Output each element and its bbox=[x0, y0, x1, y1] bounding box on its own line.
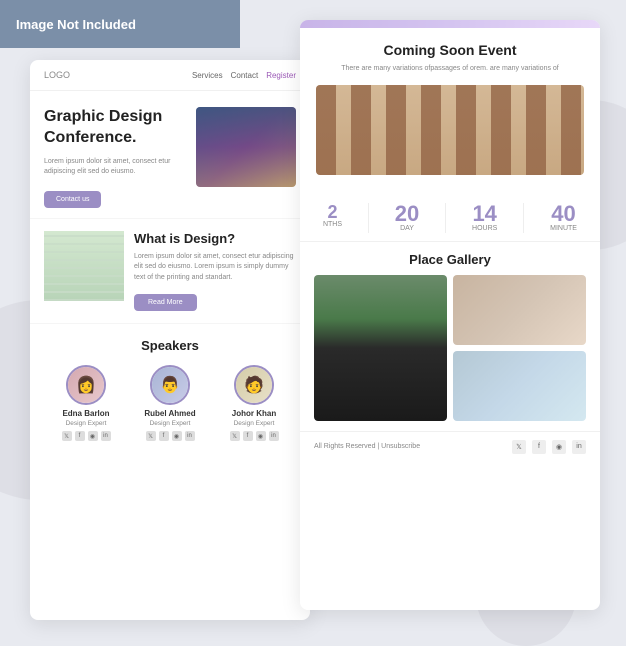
right-email-card: Coming Soon Event There are many variati… bbox=[300, 20, 600, 610]
what-image bbox=[44, 231, 124, 301]
twitter-icon[interactable]: 𝕏 bbox=[230, 431, 240, 441]
avatar-icon-1: 👩 bbox=[68, 367, 104, 403]
nav-register[interactable]: Register bbox=[266, 71, 296, 80]
countdown-minutes: 40 MINUTE bbox=[550, 203, 577, 233]
instagram-footer-icon[interactable]: ◉ bbox=[552, 440, 566, 454]
speaker-avatar-2: 👨 bbox=[150, 365, 190, 405]
coming-soon-description: There are many variations ofpassages of … bbox=[316, 64, 584, 75]
facebook-icon[interactable]: f bbox=[159, 431, 169, 441]
linkedin-icon[interactable]: in bbox=[185, 431, 195, 441]
speaker-item: 👨 Rubel Ahmed Design Expert 𝕏 f ◉ in bbox=[135, 365, 205, 441]
speaker-social-1: 𝕏 f ◉ in bbox=[51, 431, 121, 441]
left-email-card: LOGO Services Contact Register Graphic D… bbox=[30, 60, 310, 620]
countdown-minutes-label: MINUTE bbox=[550, 225, 577, 232]
countdown-hours: 14 HOURS bbox=[472, 203, 497, 233]
countdown-days: 20 DAY bbox=[395, 203, 419, 233]
countdown-months: 2 NTHS bbox=[323, 203, 342, 233]
countdown-months-label: NTHS bbox=[323, 221, 342, 228]
what-description: Lorem ipsum dolor sit amet, consect etur… bbox=[134, 252, 296, 284]
hero-title: Graphic Design Conference. bbox=[44, 107, 188, 149]
gallery-item-1 bbox=[314, 275, 447, 421]
hero-description: Lorem ipsum dolor sit amet, consect etur… bbox=[44, 157, 188, 178]
linkedin-icon[interactable]: in bbox=[101, 431, 111, 441]
countdown-divider bbox=[445, 203, 446, 233]
linkedin-icon[interactable]: in bbox=[269, 431, 279, 441]
coming-soon-title: Coming Soon Event bbox=[316, 42, 584, 58]
speakers-title: Speakers bbox=[44, 338, 296, 353]
facebook-footer-icon[interactable]: f bbox=[532, 440, 546, 454]
image-not-included-banner: Image Not Included bbox=[0, 0, 240, 48]
coming-soon-section: Coming Soon Event There are many variati… bbox=[300, 28, 600, 195]
what-text: What is Design? Lorem ipsum dolor sit am… bbox=[134, 231, 296, 312]
instagram-icon[interactable]: ◉ bbox=[88, 431, 98, 441]
contact-us-button[interactable]: Contact us bbox=[44, 191, 101, 208]
speaker-item: 👩 Edna Barlon Design Expert 𝕏 f ◉ in bbox=[51, 365, 121, 441]
countdown-days-value: 20 bbox=[395, 203, 419, 225]
countdown-hours-value: 14 bbox=[472, 203, 497, 225]
nav-links: Services Contact Register bbox=[192, 71, 296, 80]
speakers-row: 👩 Edna Barlon Design Expert 𝕏 f ◉ in 👨 R… bbox=[44, 365, 296, 441]
facebook-icon[interactable]: f bbox=[75, 431, 85, 441]
hero-image bbox=[196, 107, 296, 187]
instagram-icon[interactable]: ◉ bbox=[172, 431, 182, 441]
twitter-footer-icon[interactable]: 𝕏 bbox=[512, 440, 526, 454]
chairs-visual bbox=[316, 85, 584, 175]
countdown-row: 2 NTHS 20 DAY 14 HOURS 40 MINUTE bbox=[300, 195, 600, 242]
twitter-icon[interactable]: 𝕏 bbox=[62, 431, 72, 441]
speaker-role-1: Design Expert bbox=[51, 420, 121, 427]
speaker-role-2: Design Expert bbox=[135, 420, 205, 427]
right-top-bar bbox=[300, 20, 600, 28]
piano-image bbox=[314, 275, 447, 421]
countdown-days-label: DAY bbox=[395, 225, 419, 232]
facebook-icon[interactable]: f bbox=[243, 431, 253, 441]
hero-section: Graphic Design Conference. Lorem ipsum d… bbox=[30, 91, 310, 218]
nav-services[interactable]: Services bbox=[192, 71, 223, 80]
speaker-item: 🧑 Johor Khan Design Expert 𝕏 f ◉ in bbox=[219, 365, 289, 441]
instagram-icon[interactable]: ◉ bbox=[256, 431, 266, 441]
speaker-name-1: Edna Barlon bbox=[51, 409, 121, 418]
countdown-months-value: 2 bbox=[323, 203, 342, 221]
countdown-minutes-value: 40 bbox=[550, 203, 577, 225]
hero-text: Graphic Design Conference. Lorem ipsum d… bbox=[44, 107, 188, 208]
gallery-item-2 bbox=[453, 275, 586, 345]
logo-text: LOGO bbox=[44, 70, 70, 80]
read-more-button[interactable]: Read More bbox=[134, 294, 197, 311]
what-section: What is Design? Lorem ipsum dolor sit am… bbox=[30, 218, 310, 324]
gallery-image-2 bbox=[453, 275, 586, 345]
speaker-avatar-1: 👩 bbox=[66, 365, 106, 405]
right-footer: All Rights Reserved | Unsubscribe 𝕏 f ◉ … bbox=[300, 431, 600, 462]
speaker-social-3: 𝕏 f ◉ in bbox=[219, 431, 289, 441]
speaker-name-2: Rubel Ahmed bbox=[135, 409, 205, 418]
nav-contact[interactable]: Contact bbox=[231, 71, 259, 80]
gallery-title: Place Gallery bbox=[314, 252, 586, 267]
footer-copyright: All Rights Reserved | Unsubscribe bbox=[314, 443, 420, 450]
avatar-icon-2: 👨 bbox=[152, 367, 188, 403]
linkedin-footer-icon[interactable]: in bbox=[572, 440, 586, 454]
twitter-icon[interactable]: 𝕏 bbox=[146, 431, 156, 441]
banner-text: Image Not Included bbox=[16, 17, 136, 32]
speakers-section: Speakers 👩 Edna Barlon Design Expert 𝕏 f… bbox=[30, 323, 310, 455]
gallery-grid bbox=[314, 275, 586, 421]
speaker-name-3: Johor Khan bbox=[219, 409, 289, 418]
footer-social-links: 𝕏 f ◉ in bbox=[512, 440, 586, 454]
countdown-divider bbox=[368, 203, 369, 233]
gallery-image-3 bbox=[453, 351, 586, 421]
countdown-divider bbox=[523, 203, 524, 233]
what-title: What is Design? bbox=[134, 231, 296, 246]
avatar-icon-3: 🧑 bbox=[236, 367, 272, 403]
gallery-section: Place Gallery bbox=[300, 242, 600, 431]
gallery-item-3 bbox=[453, 351, 586, 421]
countdown-hours-label: HOURS bbox=[472, 225, 497, 232]
coming-soon-image bbox=[316, 85, 584, 175]
left-nav: LOGO Services Contact Register bbox=[30, 60, 310, 91]
speaker-social-2: 𝕏 f ◉ in bbox=[135, 431, 205, 441]
speaker-role-3: Design Expert bbox=[219, 420, 289, 427]
speaker-avatar-3: 🧑 bbox=[234, 365, 274, 405]
